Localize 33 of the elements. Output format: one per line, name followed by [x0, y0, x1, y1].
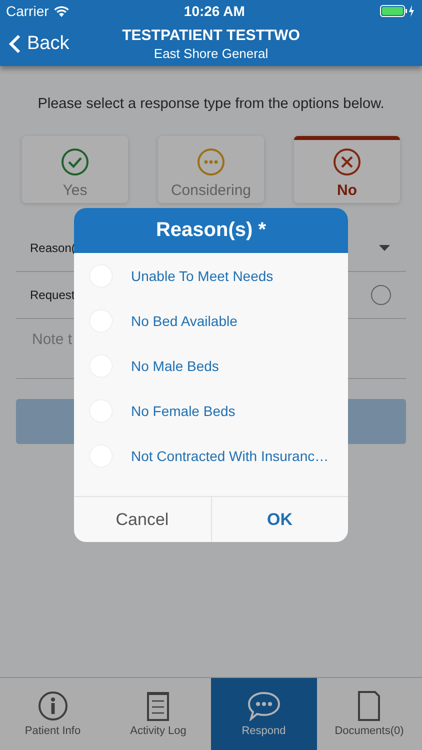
tab-item[interactable]: Respond [211, 678, 316, 750]
ellipsis-circle-icon [197, 148, 225, 176]
list-document-icon [147, 691, 170, 721]
response-option[interactable]: Yes [22, 136, 128, 203]
document-icon [358, 691, 380, 721]
carrier-name: Carrier [6, 3, 49, 19]
facility-name: East Shore General [154, 46, 268, 61]
patient-name: TESTPATIENT TESTTWO [122, 27, 300, 44]
chat-bubble-icon [246, 691, 281, 721]
tab-item[interactable]: Activity Log [106, 678, 211, 750]
response-option[interactable]: No [294, 136, 400, 203]
reason-option[interactable]: No Female Beds [74, 388, 348, 433]
cross-circle-icon [333, 148, 361, 176]
ok-button[interactable]: OK [212, 497, 348, 542]
dropdown-caret-icon[interactable] [379, 245, 390, 251]
request-label: Request [30, 288, 75, 302]
dialog-title: Reason(s) * [74, 208, 348, 253]
info-icon [38, 691, 68, 721]
reason-option[interactable]: Unable To Meet Needs [74, 253, 348, 298]
clock-time: 10:26 AM [182, 3, 246, 19]
cancel-button[interactable]: Cancel [74, 497, 212, 542]
response-option[interactable]: Considering [158, 136, 264, 203]
back-button[interactable]: Back [0, 33, 70, 55]
wifi-icon [54, 6, 69, 16]
reason-option[interactable]: Not Contracted With Insuranc… [74, 433, 348, 478]
tab-item[interactable]: Documents(0) [316, 678, 422, 750]
instruction-text: Please select a response type from the options below. [36, 96, 386, 112]
tab-item[interactable]: Patient Info [0, 678, 106, 750]
check-circle-icon [61, 148, 89, 176]
battery-icon [380, 5, 416, 17]
request-radio[interactable] [371, 285, 391, 305]
chevron-icon [9, 34, 21, 54]
reason-label: Reason( [30, 241, 76, 255]
